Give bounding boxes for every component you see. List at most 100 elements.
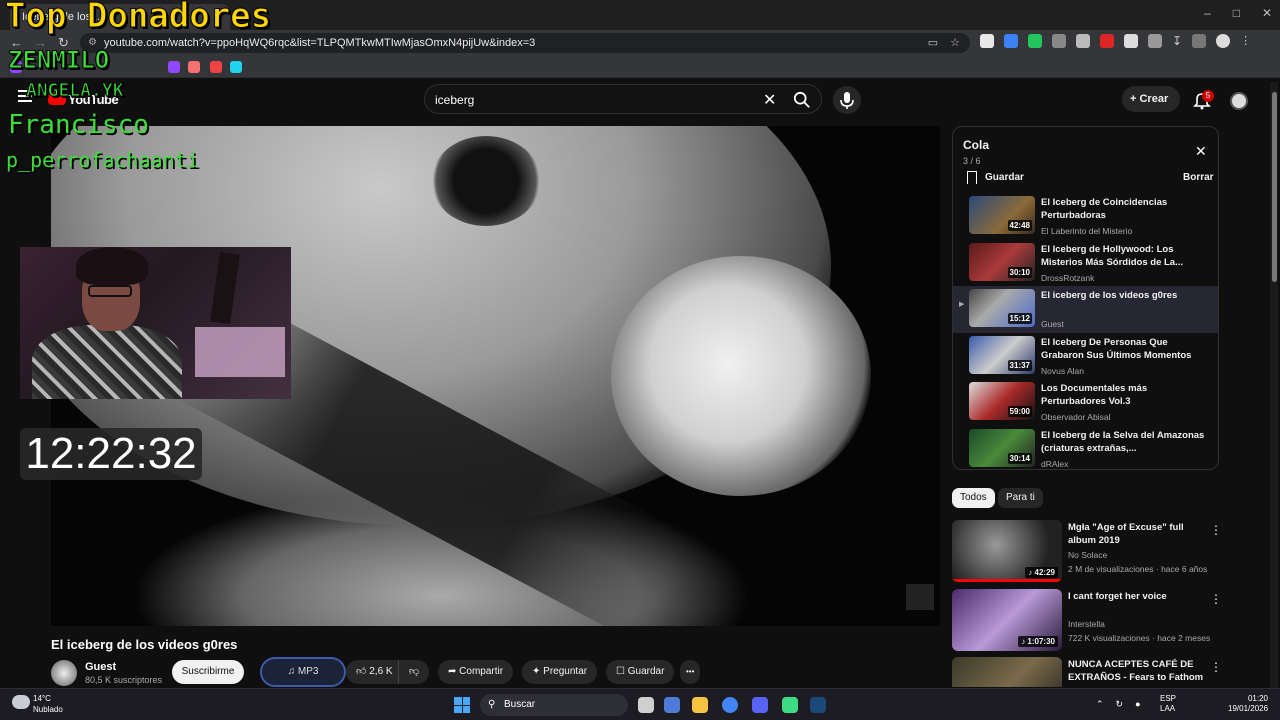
related-video[interactable]: ♪ 42:29 Mgła "Age of Excuse" full album …: [952, 520, 1224, 584]
overlay-donor: p_perrofachaanti: [6, 148, 199, 172]
queue-item[interactable]: 30:10 El Iceberg de Hollywood: Los Miste…: [953, 240, 1218, 287]
bookmark-icon[interactable]: [230, 61, 242, 73]
windows-start-icon[interactable]: [454, 697, 470, 713]
extension-icon[interactable]: [1124, 34, 1138, 48]
sync-icon[interactable]: ↻: [1116, 699, 1124, 710]
queue-item-title: El Iceberg De Personas Que Grabaron Sus …: [1041, 336, 1192, 361]
extension-icon[interactable]: [1052, 34, 1066, 48]
duration-badge: 59:00: [1007, 406, 1032, 417]
minimize-icon[interactable]: –: [1204, 6, 1211, 20]
weather-description: Nublado: [33, 705, 63, 714]
search-icon[interactable]: [793, 91, 811, 109]
store-icon[interactable]: [664, 697, 680, 713]
duration-badge: 15:12: [1007, 313, 1032, 324]
more-vert-icon[interactable]: ⋮: [1210, 592, 1222, 606]
download-icon[interactable]: ↧: [1172, 34, 1182, 48]
weather-cloud-icon[interactable]: [12, 695, 30, 709]
search-input[interactable]: iceberg ✕: [424, 84, 822, 114]
taskbar-clock[interactable]: 01:20 19/01/2026: [1228, 694, 1268, 714]
share-button[interactable]: ➦ Compartir: [438, 660, 514, 684]
queue-item-title: El Iceberg de Coincidencias Perturbadora…: [1041, 197, 1168, 221]
video-title: El iceberg de los videos g0res: [51, 637, 238, 652]
pocket-icon[interactable]: [210, 61, 222, 73]
clear-search-icon[interactable]: ✕: [763, 90, 776, 110]
window-controls: – □ ✕: [1204, 6, 1272, 20]
queue-thumbnail: 30:14: [969, 428, 1035, 467]
discord-icon[interactable]: [752, 697, 768, 713]
menu-icon[interactable]: ⋮: [1240, 34, 1251, 48]
reading-list-icon[interactable]: [1192, 34, 1207, 48]
like-button[interactable]: 👍︎ 2,6 K: [346, 660, 403, 684]
cast-icon[interactable]: ▭: [928, 33, 938, 53]
microphone-icon[interactable]: ●: [1135, 699, 1140, 710]
channel-avatar[interactable]: [51, 660, 77, 686]
taskbar-time: 01:20: [1247, 694, 1268, 703]
dislike-button[interactable]: 👎︎: [398, 660, 430, 684]
bookmark-icon[interactable]: [188, 61, 200, 73]
related-video[interactable]: ♪ 1:07:30 I cant forget her voice Inters…: [952, 589, 1224, 653]
file-explorer-icon[interactable]: [692, 697, 708, 713]
extension-icon[interactable]: [1076, 34, 1090, 48]
bookmark-star-icon[interactable]: ☆: [950, 33, 960, 53]
queue-item-channel: Guest: [1041, 319, 1064, 329]
sparkle-icon: ✦: [532, 666, 544, 677]
save-video-button[interactable]: ☐ Guardar: [606, 660, 675, 684]
language-indicator[interactable]: ESP LAA: [1160, 694, 1176, 714]
extensions-puzzle-icon[interactable]: [1148, 34, 1162, 48]
chrome-icon[interactable]: [722, 697, 738, 713]
watermark-thumbnail: [906, 584, 934, 610]
chevron-up-icon[interactable]: ⌃: [1096, 699, 1104, 710]
maximize-icon[interactable]: □: [1233, 6, 1240, 20]
webcam-overlay: [20, 247, 291, 399]
like-count: 2,6 K: [369, 666, 393, 677]
channel-name[interactable]: Guest: [85, 661, 116, 673]
ask-button[interactable]: ✦ Preguntar: [522, 660, 598, 684]
close-window-icon[interactable]: ✕: [1262, 6, 1272, 20]
save-label: Guardar: [627, 666, 665, 677]
voice-search-button[interactable]: [833, 86, 861, 114]
account-avatar[interactable]: [1230, 92, 1248, 110]
queue-item-current[interactable]: ▶ 15:12 El iceberg de los videos g0res G…: [953, 286, 1218, 333]
mp3-download-button[interactable]: ♫ MP3: [260, 657, 346, 687]
twitch-icon[interactable]: [168, 61, 180, 73]
chip-todos[interactable]: Todos: [952, 488, 995, 508]
queue-panel: Cola 3 / 6 ✕ Guardar Borrar 42:48 El Ice…: [952, 126, 1219, 470]
app-icon[interactable]: [782, 697, 798, 713]
queue-item[interactable]: 31:37 El Iceberg De Personas Que Grabaro…: [953, 333, 1218, 380]
subscribe-button[interactable]: Suscribirme: [172, 660, 244, 684]
queue-item[interactable]: 59:00 Los Documentales más Perturbadores…: [953, 379, 1218, 426]
queue-item-title: El iceberg de los videos g0res: [1041, 290, 1178, 301]
bookmarks-bar: [0, 56, 1280, 78]
queue-thumbnail: 31:37: [969, 335, 1035, 374]
extension-icon[interactable]: [1100, 34, 1114, 48]
queue-item-title: El Iceberg de la Selva del Amazonas (cri…: [1041, 429, 1205, 454]
search-icon: ⚲: [488, 699, 496, 710]
steam-icon[interactable]: [810, 697, 826, 713]
chip-para-ti[interactable]: Para ti: [998, 488, 1043, 508]
address-bar[interactable]: ⚙ youtube.com/watch?v=ppoHqWQ6rqc&list=T…: [80, 33, 970, 53]
queue-item[interactable]: 30:14 El Iceberg de la Selva del Amazona…: [953, 426, 1218, 470]
url-text: youtube.com/watch?v=ppoHqWQ6rqc&list=TLP…: [104, 37, 536, 49]
task-view-icon[interactable]: [638, 697, 654, 713]
save-playlist-icon[interactable]: [967, 171, 977, 184]
save-queue-button[interactable]: Guardar: [985, 172, 1024, 183]
extension-icon[interactable]: [1028, 34, 1042, 48]
duration-badge: ♪ 1:07:30: [1018, 636, 1058, 647]
scrollbar-thumb[interactable]: [1272, 92, 1277, 282]
queue-item[interactable]: 42:48 El Iceberg de Coincidencias Pertur…: [953, 193, 1218, 240]
close-queue-icon[interactable]: ✕: [1195, 143, 1207, 160]
related-title: I cant forget her voice: [1068, 591, 1167, 602]
extension-icon[interactable]: [1004, 34, 1018, 48]
overlay-top-donors-title: Top Donadores: [4, 0, 272, 37]
more-vert-icon[interactable]: ⋮: [1210, 660, 1222, 674]
microphone-icon: [840, 92, 854, 109]
create-button[interactable]: + Crear: [1122, 86, 1180, 112]
queue-thumbnail: 59:00: [969, 382, 1035, 420]
profile-icon[interactable]: [1216, 34, 1231, 48]
more-actions-button[interactable]: •••: [680, 660, 701, 684]
related-video[interactable]: NUNCA ACEPTES CAFÉ DE EXTRAÑOS - Fears t…: [952, 657, 1224, 687]
more-vert-icon[interactable]: ⋮: [1210, 523, 1222, 537]
extension-icon[interactable]: [980, 34, 994, 48]
clear-queue-button[interactable]: Borrar: [1183, 172, 1214, 183]
taskbar-search[interactable]: ⚲ Buscar: [480, 694, 628, 716]
